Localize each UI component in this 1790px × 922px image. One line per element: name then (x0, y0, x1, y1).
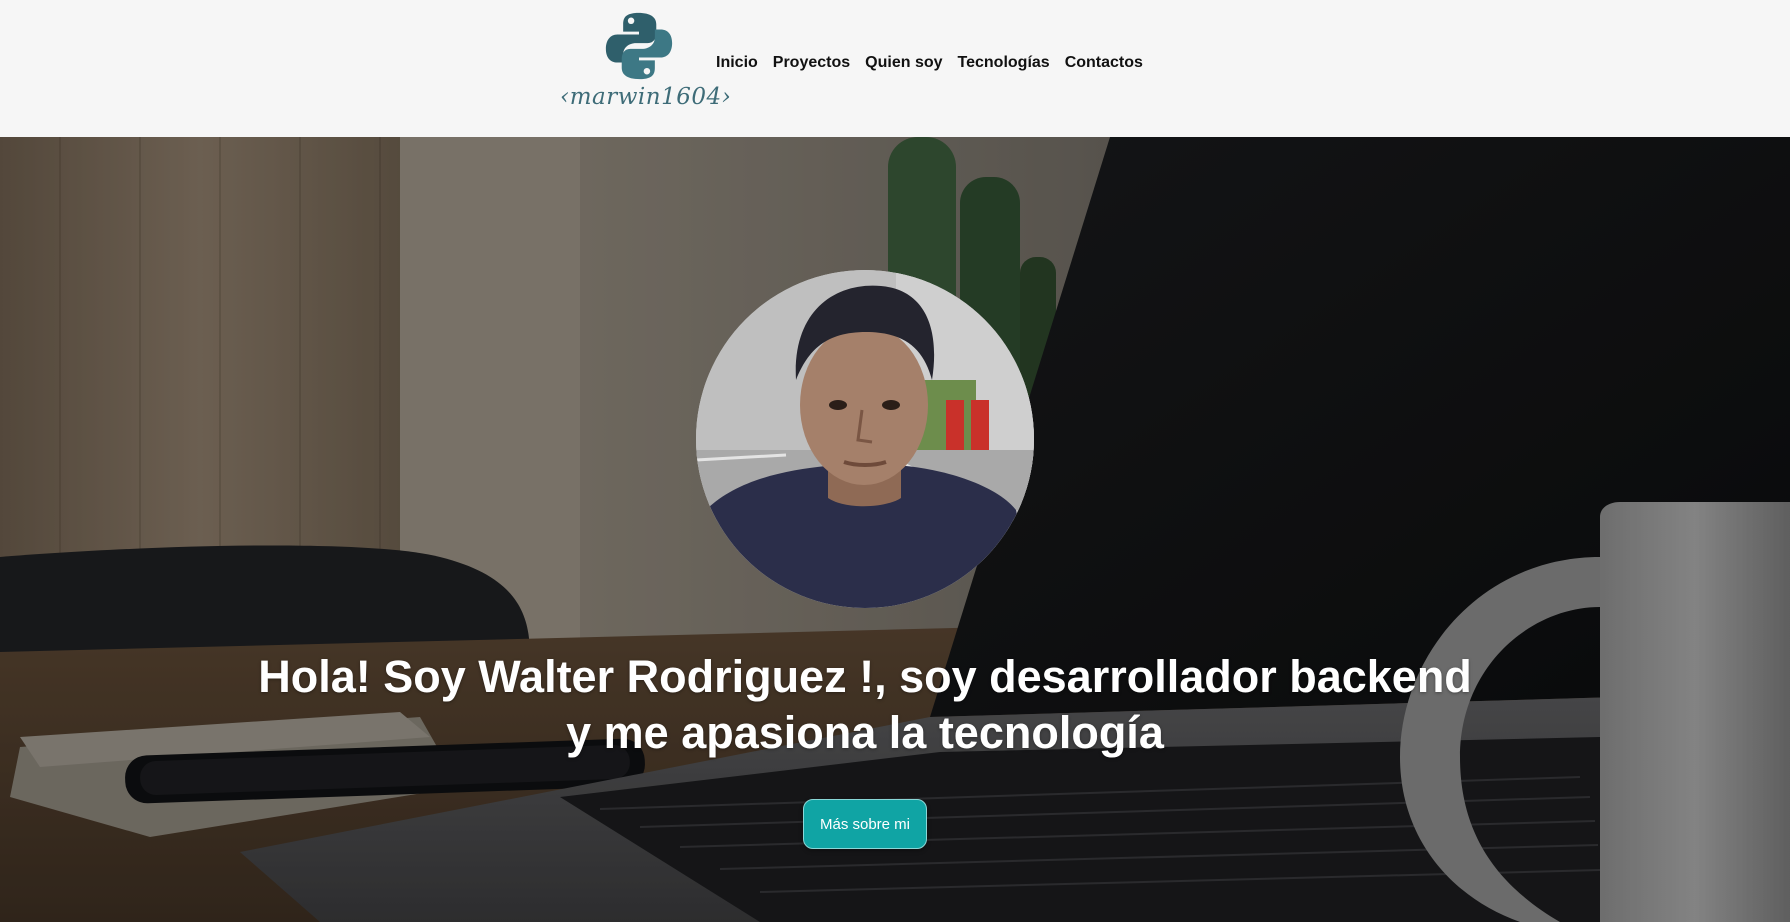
brand-name: ‹marwin1604› (560, 84, 732, 110)
hero-headline-line-1: Hola! Soy Walter Rodriguez !, soy desarr… (258, 651, 1472, 702)
hero-headline: Hola! Soy Walter Rodriguez !, soy desarr… (0, 649, 1730, 761)
nav-link-proyectos[interactable]: Proyectos (773, 54, 850, 72)
nav-link-quien-soy[interactable]: Quien soy (865, 54, 942, 72)
profile-photo-image (696, 270, 1034, 608)
hero-headline-line-2: y me apasiona la tecnología (566, 707, 1164, 758)
nav-link-contactos[interactable]: Contactos (1065, 54, 1143, 72)
main-nav: Inicio Proyectos Quien soy Tecnologías C… (716, 54, 1143, 72)
more-about-me-button[interactable]: Más sobre mi (803, 799, 927, 849)
site-header: ‹marwin1604› Inicio Proyectos Quien soy … (0, 0, 1790, 137)
hero-section: Hola! Soy Walter Rodriguez !, soy desarr… (0, 137, 1790, 922)
profile-avatar (696, 270, 1034, 608)
brand-logo[interactable]: ‹marwin1604› (560, 8, 732, 118)
nav-link-inicio[interactable]: Inicio (716, 54, 758, 72)
python-logo-icon (605, 12, 673, 80)
page: ‹marwin1604› Inicio Proyectos Quien soy … (0, 0, 1790, 922)
nav-link-tecnologias[interactable]: Tecnologías (958, 54, 1050, 72)
